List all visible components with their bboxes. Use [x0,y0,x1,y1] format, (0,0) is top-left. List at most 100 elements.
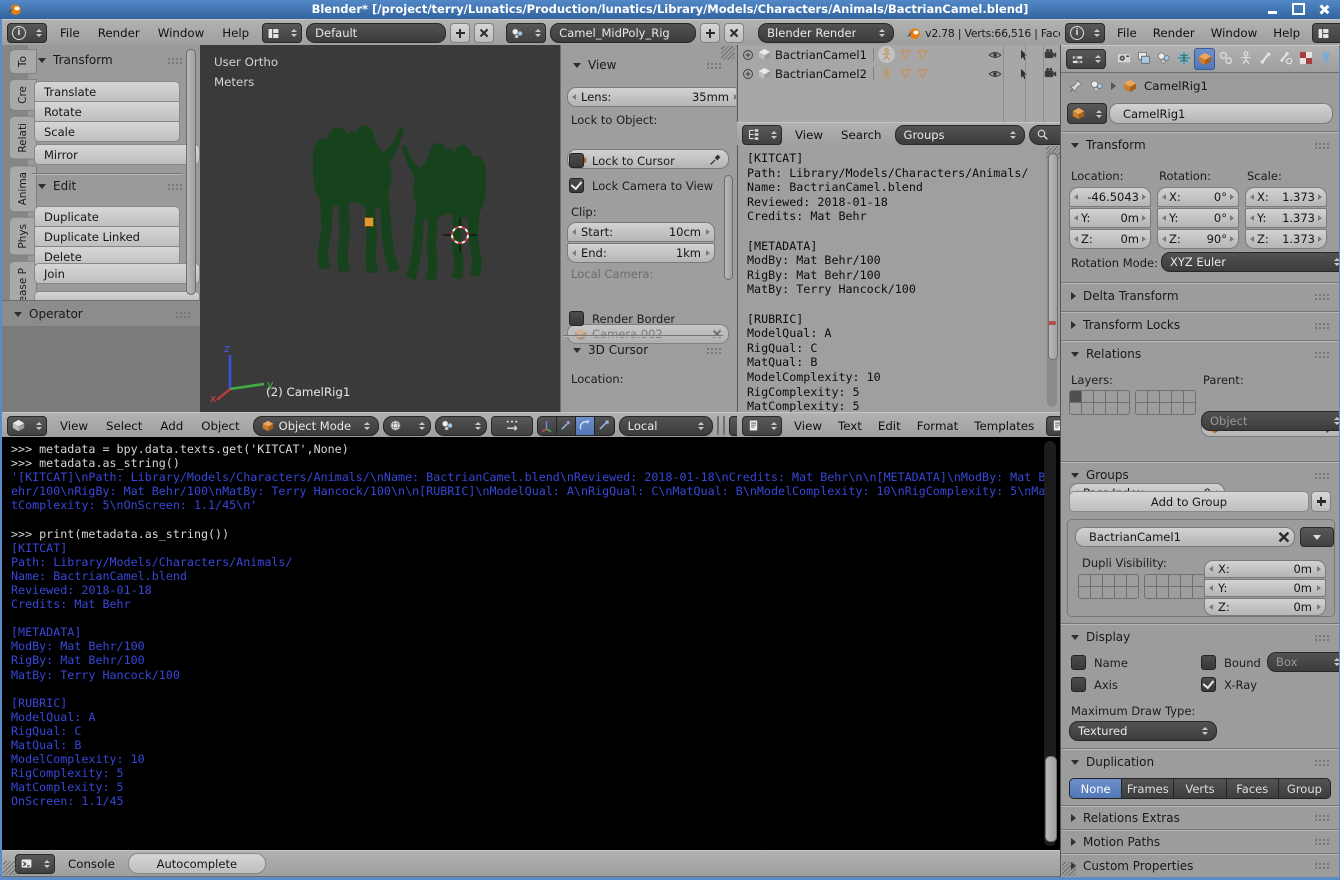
panel-grip-icon[interactable] [1314,472,1329,479]
corner-grip-icon[interactable] [3,861,17,875]
collapsed-panel-header[interactable]: Relations Extras [1061,806,1339,830]
outliner-menu-item[interactable]: Search [832,128,891,142]
scale-field[interactable]: X:1.373 [1245,187,1327,207]
snap-button[interactable] [491,416,533,436]
info-menu-item[interactable]: Help [213,26,258,40]
transform-operator-button[interactable]: Scale [34,121,180,142]
python-console[interactable]: >>> metadata = bpy.data.texts.get('KITCA… [2,437,1060,850]
lens-field[interactable]: Lens:35mm [567,87,736,107]
mesh-triangle-icon[interactable] [916,67,929,80]
remove-group-icon[interactable] [1279,531,1290,542]
duplication-option-button[interactable]: Verts [1174,779,1226,798]
editor-type-button-text[interactable] [742,416,782,436]
relations-layers-grid-a[interactable] [1069,390,1130,415]
mesh-triangle-icon[interactable] [899,48,912,61]
pushpin-icon[interactable] [1069,79,1083,93]
display-axis-row[interactable]: Axis [1071,677,1118,692]
panel-grip-icon[interactable] [1314,814,1329,821]
transform-orientation-dropdown[interactable]: Local [619,416,713,436]
text-editor-menu-item[interactable]: View [786,419,830,433]
tab-world[interactable] [1174,48,1193,68]
display-xray-row[interactable]: X-Ray [1201,677,1257,692]
panel-grip-icon[interactable] [1314,142,1329,149]
tool-shelf-tab[interactable]: Relati [10,116,37,160]
window-titlebar[interactable]: Blender* [/project/terry/Lunatics/Produc… [0,0,1340,19]
tab-bone-constraints[interactable] [1276,48,1295,68]
editor-type-button-info[interactable]: i [7,23,47,43]
object-name-field[interactable]: CamelRig1 [1109,103,1333,124]
tool-shelf-scrollbar-thumb[interactable] [186,49,196,295]
manipulator-rotate-button[interactable] [576,417,595,435]
scene-browse-button[interactable] [506,23,546,43]
tab-physics[interactable] [1316,48,1335,68]
transform-panel-header[interactable]: Transform [38,53,182,67]
bound-type-dropdown[interactable]: Box [1267,652,1339,672]
info-menu-item[interactable]: File [1109,26,1145,40]
scale-field[interactable]: Y:1.373 [1245,208,1327,228]
renderable-camera-icon[interactable] [1044,48,1057,61]
edit-operator-button[interactable]: Duplicate Linked [34,226,180,247]
lock-camera-row[interactable]: Lock Camera to View [569,178,713,193]
corner-grip-icon[interactable] [1062,862,1076,876]
panel-grip-icon[interactable] [1314,862,1329,869]
tab-object[interactable] [1194,48,1215,70]
armature-icon[interactable] [878,65,895,82]
text-editor-scrollbar[interactable] [1047,151,1057,407]
n-panel-scrollbar[interactable] [724,175,733,280]
autocomplete-button[interactable]: Autocomplete [128,853,266,874]
screen-layout-button-right[interactable] [1312,23,1340,43]
layer-cell-active[interactable] [1070,391,1081,402]
eyedropper-icon[interactable] [709,153,722,166]
text-editor-menu-item[interactable]: Format [909,419,967,433]
tab-scene[interactable] [1154,48,1173,68]
mirror-button[interactable]: Mirror [34,144,200,165]
delete-layout-button[interactable] [474,23,494,43]
console-scrollbar-thumb[interactable] [1045,756,1057,842]
clip-start-field[interactable]: Start:10cm [567,222,715,242]
corner-grip-icon[interactable] [721,46,735,60]
display-axis-checkbox[interactable] [1071,677,1086,692]
location-field[interactable]: -46.5043 [1069,187,1151,207]
info-menu-item[interactable]: Help [1265,26,1308,40]
display-bound-checkbox[interactable] [1201,655,1216,670]
manipulator-translate-button[interactable] [557,417,576,435]
outliner-filter-dropdown[interactable]: Groups [895,125,1025,145]
panel-grip-icon[interactable] [175,311,190,318]
text-editor-menu-item[interactable]: Text [830,419,870,433]
console-scrollbar[interactable] [1044,441,1056,846]
dupli-offset-field[interactable]: Y:0m [1204,579,1326,597]
duplication-panel-header[interactable]: Duplication [1071,755,1329,769]
info-menu-item[interactable]: Window [149,26,214,40]
relations-layers-grid-b[interactable] [1135,390,1196,415]
screen-layout-field[interactable]: Default [306,23,446,43]
parent-type-dropdown[interactable]: Object [1201,411,1339,431]
panel-grip-icon[interactable] [706,62,721,69]
armature-icon[interactable] [878,46,895,63]
add-to-group-button[interactable]: Add to Group [1069,491,1309,512]
panel-grip-icon[interactable] [706,347,721,354]
display-name-checkbox[interactable] [1071,655,1086,670]
outliner-menu-item[interactable]: View [786,128,832,142]
panel-grip-icon[interactable] [167,57,182,64]
scale-field[interactable]: Z:1.373 [1245,229,1327,249]
display-panel-header[interactable]: Display [1071,630,1329,644]
new-group-button[interactable] [1311,491,1331,512]
pivot-point-dropdown[interactable] [435,416,487,436]
tab-render-layers[interactable] [1134,48,1153,68]
rotation-field[interactable]: Z:90° [1157,229,1239,249]
info-menu-item[interactable]: File [51,26,89,40]
scene-name-field[interactable]: Camel_MidPoly_Rig [550,23,696,43]
display-name-row[interactable]: Name [1071,655,1128,670]
renderable-camera-icon[interactable] [1044,67,1057,80]
group-specials-button[interactable] [1300,527,1334,547]
viewport-menu-item[interactable]: Select [97,419,151,433]
editor-type-button-properties[interactable] [1066,49,1106,69]
render-border-row[interactable]: Render Border [569,311,675,326]
text-editor-menu-item[interactable]: Templates [966,419,1042,433]
location-field[interactable]: Z:0m [1069,229,1151,249]
breadcrumb-object-name[interactable]: CamelRig1 [1144,79,1208,93]
partially-scrolled-button[interactable] [34,291,200,300]
lock-camera-checkbox[interactable] [569,178,584,193]
transform-locks-header[interactable]: Transform Locks [1071,318,1329,332]
screen-layout-button[interactable] [262,23,302,43]
